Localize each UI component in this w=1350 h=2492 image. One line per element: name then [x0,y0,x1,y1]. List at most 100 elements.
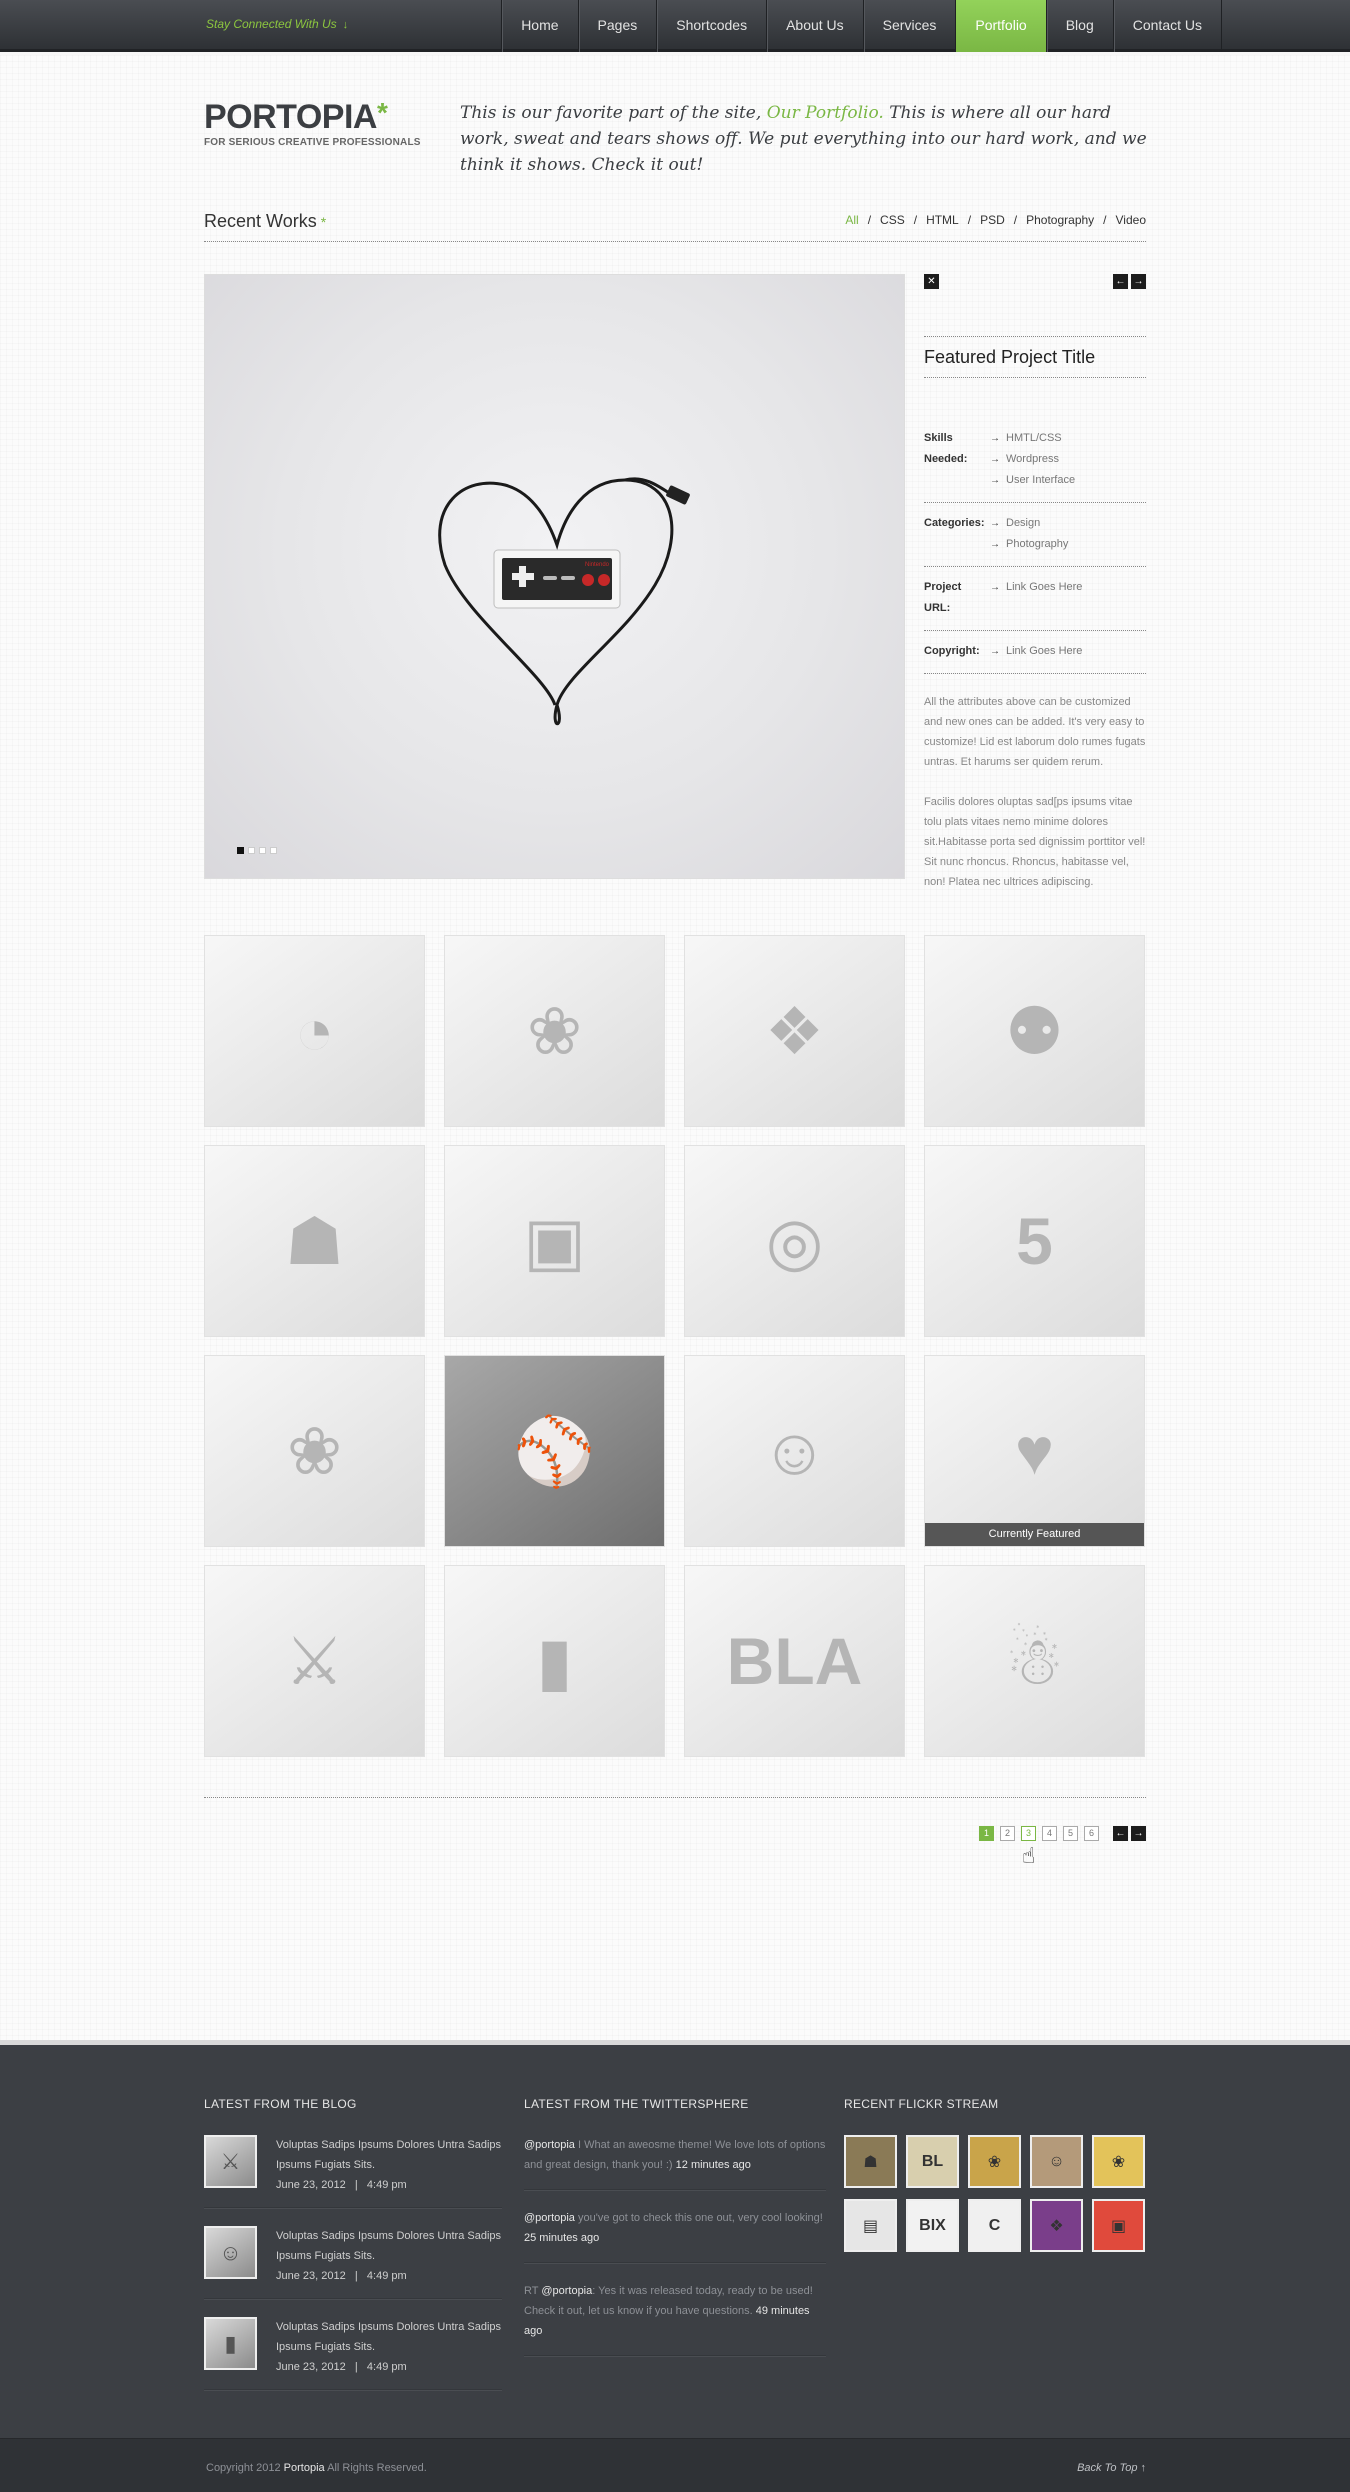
flickr-heading: RECENT FLICKR STREAM [844,2097,999,2111]
portfolio-thumbnail[interactable]: BLA [684,1565,905,1757]
skills-row: Skills Needed: HMTL/CSSWordpressUser Int… [924,418,1146,503]
thumbnail-art-icon: ☺ [760,1414,829,1488]
copyright-brand[interactable]: Portopia [284,2462,325,2474]
flickr-thumbnail[interactable]: ❀ [968,2135,1021,2188]
skills-label: Skills Needed: [924,432,968,465]
portfolio-thumbnail[interactable]: ◔ [204,935,425,1127]
portfolio-thumbnail[interactable]: 5 [924,1145,1145,1337]
copyright-prefix: Copyright 2012 [206,2462,284,2474]
filter-photography[interactable]: Photography [1026,213,1094,227]
page-number-button[interactable]: 2 [1000,1826,1015,1841]
close-icon[interactable]: ✕ [924,274,939,289]
portfolio-thumbnail[interactable]: ☺ [684,1355,905,1547]
blog-post-thumbnail[interactable]: ▮ [204,2317,257,2370]
portfolio-thumbnail[interactable]: ⚔ [204,1565,425,1757]
flickr-grid: ☗ BL ❀ ☺ ❀ ▤ BIX C ❖ ▣ [844,2135,1145,2252]
flickr-thumbnail[interactable]: BIX [906,2199,959,2252]
nav-item-home[interactable]: Home [501,0,577,52]
filter-separator: / [967,213,972,227]
stay-connected-link[interactable]: Stay Connected With Us ↓ [206,17,348,31]
page-number-button[interactable]: 4 [1042,1826,1057,1841]
flickr-thumbnail[interactable]: BL [906,2135,959,2188]
nav-item-blog[interactable]: Blog [1045,0,1113,52]
back-to-top-link[interactable]: Back To Top ↑ [1077,2462,1146,2474]
category-link[interactable]: Photography [990,534,1068,555]
portfolio-thumbnail[interactable]: ▣ [444,1145,665,1337]
next-arrow-icon[interactable]: → [1131,274,1146,289]
page-number-button[interactable]: 6 [1084,1826,1099,1841]
nav-item-about-us[interactable]: About Us [766,0,863,52]
portfolio-thumbnail[interactable]: ▮ [444,1565,665,1757]
flickr-thumbnail-icon: BL [921,2152,944,2170]
flickr-thumbnail-icon: ☗ [863,2153,878,2171]
flickr-thumbnail[interactable]: ☺ [1030,2135,1083,2188]
filter-css[interactable]: CSS [880,213,905,227]
nav-item-contact-us[interactable]: Contact Us [1112,0,1222,52]
flickr-thumbnail[interactable]: ▤ [844,2199,897,2252]
copyright-link[interactable]: Link Goes Here [990,641,1082,662]
portfolio-thumbnail[interactable]: ☗ [204,1145,425,1337]
flickr-thumbnail-icon: C [988,2216,1001,2234]
recent-works-header: Recent Works * All / CSS / HTML / PSD / Photograp… [204,208,1146,242]
flickr-column: RECENT FLICKR STREAM ☗ BL ❀ ☺ ❀ ▤ BIX C ❖ ▣ [844,2097,1145,2252]
flickr-thumbnail[interactable]: ▣ [1092,2199,1145,2252]
categories-list: DesignPhotography [990,513,1068,555]
flickr-thumbnail[interactable]: C [968,2199,1021,2252]
portfolio-thumbnail[interactable]: ⚉ [924,935,1145,1127]
flickr-thumbnail[interactable]: ☗ [844,2135,897,2188]
portfolio-thumbnail[interactable]: ⚾ [444,1355,665,1547]
logo[interactable]: PORTOPIA* FOR SERIOUS CREATIVE PROFESSIO… [204,98,421,149]
portfolio-thumbnail[interactable]: ☃ [924,1565,1145,1757]
skills-list: HMTL/CSSWordpressUser Interface [990,428,1075,491]
project-url-link[interactable]: Link Goes Here [990,577,1082,598]
prev-page-icon[interactable]: ← [1113,1826,1128,1841]
page-number-button[interactable]: 1 [979,1826,994,1841]
blog-post-thumbnail[interactable]: ☺ [204,2226,257,2279]
portfolio-thumbnail[interactable]: ♥ Currently Featured [924,1355,1145,1547]
tweet-handle-link[interactable]: @portopia [524,2212,575,2224]
filter-html[interactable]: HTML [926,213,959,227]
tweet-handle-link[interactable]: @portopia [541,2285,592,2297]
blog-post-title[interactable]: Voluptas Sadips Ipsums Dolores Untra Sad… [276,2317,502,2357]
category-link[interactable]: Design [990,513,1068,534]
nav-item-pages[interactable]: Pages [577,0,657,52]
thumbnail-art-icon: ⚾ [513,1414,596,1488]
nav-item-services[interactable]: Services [862,0,956,52]
filter-psd[interactable]: PSD [980,213,1005,227]
blog-post-item: ⚔ Voluptas Sadips Ipsums Dolores Untra Sa… [204,2135,502,2208]
intro-text: This is our favorite part of the site, O… [460,100,1148,178]
slider-dot[interactable] [248,847,255,854]
portfolio-thumbnail[interactable]: ❀ [444,935,665,1127]
portfolio-thumbnail[interactable]: ❖ [684,935,905,1127]
flickr-thumbnail-icon: ▣ [1110,2217,1127,2235]
tweet-handle-link[interactable]: @portopia [524,2139,575,2151]
project-details: Featured Project Title Skills Needed: HM… [924,336,1146,912]
slider-dot[interactable] [270,847,277,854]
blog-post-title[interactable]: Voluptas Sadips Ipsums Dolores Untra Sad… [276,2226,502,2266]
portfolio-thumbnail[interactable]: ❀ [204,1355,425,1547]
thumbnail-art-icon: ❀ [286,1414,343,1488]
prev-arrow-icon[interactable]: ← [1113,274,1128,289]
slider-dot[interactable] [237,847,244,854]
portfolio-thumbnail[interactable]: ◎ [684,1145,905,1337]
nav-item-portfolio[interactable]: Portfolio [955,0,1046,52]
blog-post-title[interactable]: Voluptas Sadips Ipsums Dolores Untra Sad… [276,2135,502,2175]
thumbnail-art-icon: ❖ [764,994,825,1068]
flickr-thumbnail[interactable]: ❀ [1092,2135,1145,2188]
logo-tagline: FOR SERIOUS CREATIVE PROFESSIONALS [204,137,421,148]
nav-item-shortcodes[interactable]: Shortcodes [656,0,766,52]
flickr-thumbnail[interactable]: ❖ [1030,2199,1083,2252]
blog-post-thumbnail[interactable]: ⚔ [204,2135,257,2188]
logo-name: PORTOPIA [204,98,377,136]
filter-separator: / [1013,213,1018,227]
slider-dot[interactable] [259,847,266,854]
tweet-item: @portopia you've got to check this one o… [524,2208,826,2263]
filter-video[interactable]: Video [1116,213,1146,227]
page-number-button[interactable]: 3 [1021,1826,1036,1841]
next-page-icon[interactable]: → [1131,1826,1146,1841]
page-numbers: 123456 [979,1826,1099,1841]
page-number-button[interactable]: 5 [1063,1826,1078,1841]
filter-all[interactable]: All [845,213,858,227]
project-url-label: Project URL: [924,581,962,614]
skill-item: HMTL/CSS [990,428,1075,449]
